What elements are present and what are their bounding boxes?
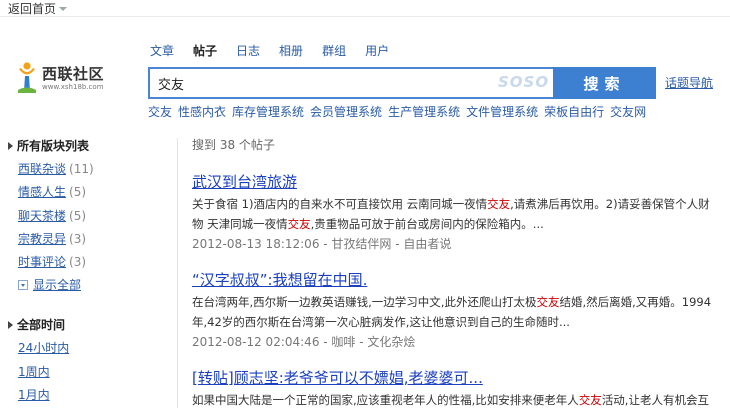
result-meta: 2012-08-12 02:04:46 - 咖啡 - 文化杂烩 [192,335,416,349]
time-filter-item: 1月内 [8,387,158,403]
result-snippet: 在台湾两年,西尔斯一边教英语赚钱,一边学习中文,此外还爬山打太极交友结婚,然后离… [192,295,712,309]
time-filter-week[interactable]: 1周内 [18,365,50,379]
search-input[interactable] [148,67,553,99]
forum-count: (5) [69,208,87,223]
result-snippet: 物 天津同城一夜情交友,贵重物品可放于前台或房间内的保险箱内。... [192,217,544,231]
tab-blogs[interactable]: 日志 [236,42,260,60]
search-results: 搜到 38 个帖子 武汉到台湾旅游 关于食宿 1)酒店内的自来水不可直接饮用 云… [192,138,730,408]
triangle-right-icon [8,321,13,330]
result-item: 武汉到台湾旅游 关于食宿 1)酒店内的自来水不可直接饮用 云南同城一夜情交友,请… [192,173,730,253]
related-search-item[interactable]: 会员管理系统 [310,103,382,120]
logo-person-icon [16,60,38,94]
search-button[interactable]: 搜索 [553,67,656,99]
back-home-link[interactable]: 返回首页 [8,0,68,16]
triangle-right-icon [8,142,13,150]
result-title-link[interactable]: “汉字叔叔”:我想留在中国. [192,271,730,289]
forum-filter-link[interactable]: 西联杂谈 [18,162,66,176]
forum-filter-link[interactable]: 聊天茶楼 [18,209,66,223]
keyword-highlight: 交友 [536,295,560,309]
result-title-link[interactable]: 武汉到台湾旅游 [192,173,730,191]
forum-filter-item: 西联杂谈 (11) [8,161,158,177]
related-search-item[interactable]: 交友网 [610,103,646,120]
forum-count: (5) [69,185,87,200]
related-search-item[interactable]: 文件管理系统 [466,103,538,120]
forum-filter-link[interactable]: 时事评论 [18,255,66,269]
show-all-forums-link[interactable]: 显示全部 [8,277,158,293]
sidebar-divider [177,138,178,408]
result-snippet: 年,42岁的西尔斯在台湾第一次心脏病发作,这让他意识到自己的生命随时... [192,315,570,329]
topic-nav-link[interactable]: 话题导航 [665,74,713,91]
result-count: 搜到 38 个帖子 [192,138,275,152]
site-logo[interactable]: 西联社区 www.xsh18b.com [16,60,116,100]
tab-groups[interactable]: 群组 [322,42,346,60]
related-search-item[interactable]: 库存管理系统 [232,103,304,120]
expand-icon [18,280,28,291]
time-filter-month[interactable]: 1月内 [18,388,50,402]
keyword-highlight: 交友 [578,393,602,407]
search-type-tabs: 文章 帖子 日志 相册 群组 用户 [150,42,408,60]
forum-filter-link[interactable]: 宗教灵异 [18,232,66,246]
related-search-item[interactable]: 荣板自由行 [544,103,604,120]
result-snippet: 如果中国大陆是一个正常的国家,应该重视老年人的性福,比如安排来便老年人交友活动,… [192,393,709,407]
related-searches: 交友 性感内衣 库存管理系统 会员管理系统 生产管理系统 文件管理系统 荣板自由… [148,103,646,120]
tab-posts[interactable]: 帖子 [193,42,217,60]
top-divider [0,16,730,17]
caret-down-icon [59,6,68,11]
forum-count: (3) [69,231,87,246]
filter-sidebar: 所有版块列表 西联杂谈 (11) 情感人生 (5) 聊天茶楼 (5) 宗教灵异 (3) … [8,138,158,408]
related-search-item[interactable]: 性感内衣 [178,103,226,120]
logo-title: 西联社区 [42,65,105,83]
result-item: “汉字叔叔”:我想留在中国. 在台湾两年,西尔斯一边教英语赚钱,一边学习中文,此… [192,271,730,351]
forum-list-heading: 所有版块列表 [8,138,158,154]
result-snippet: 关于食宿 1)酒店内的自来水不可直接饮用 云南同城一夜情交友,请煮沸后再饮用。2… [192,197,710,211]
forum-filter-item: 聊天茶楼 (5) [8,208,158,224]
time-filter-item: 24小时内 [8,340,158,356]
related-search-item[interactable]: 交友 [148,103,172,120]
tab-users[interactable]: 用户 [365,42,389,60]
keyword-highlight: 交友 [287,217,311,231]
time-filter-heading: 全部时间 [8,317,158,333]
time-filter-24h[interactable]: 24小时内 [18,341,69,355]
search-bar: SOSO 搜索 [148,67,656,99]
time-filter-item: 1周内 [8,364,158,380]
result-title-link[interactable]: [转贴]顾志坚:老爷爷可以不嫖娼,老婆婆可... [192,369,730,387]
result-item: [转贴]顾志坚:老爷爷可以不嫖娼,老婆婆可... 如果中国大陆是一个正常的国家,… [192,369,730,408]
tab-articles[interactable]: 文章 [150,42,174,60]
related-search-item[interactable]: 生产管理系统 [388,103,460,120]
forum-filter-item: 宗教灵异 (3) [8,231,158,247]
logo-url: www.xsh18b.com [42,83,104,91]
forum-filter-item: 时事评论 (3) [8,254,158,270]
forum-count: (3) [69,255,87,270]
forum-count: (11) [69,162,94,176]
forum-filter-item: 情感人生 (5) [8,184,158,200]
keyword-highlight: 交友 [487,197,511,211]
forum-filter-link[interactable]: 情感人生 [18,185,66,199]
result-meta: 2012-08-13 18:12:06 - 甘孜结伴网 - 自由者说 [192,237,452,251]
back-home-label: 返回首页 [8,1,57,16]
tab-albums[interactable]: 相册 [279,42,303,60]
